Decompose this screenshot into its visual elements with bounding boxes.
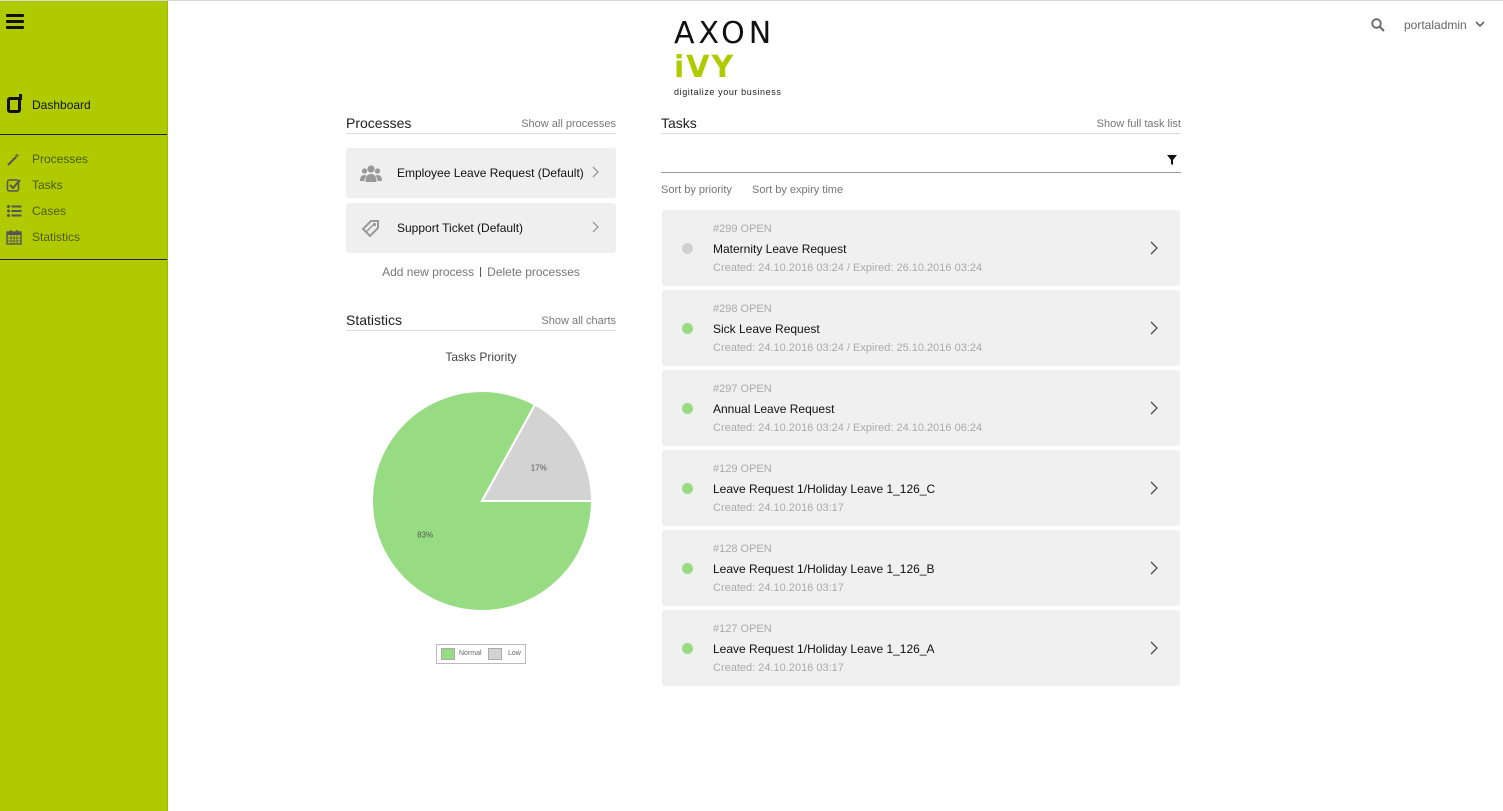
tasks-title: Tasks [661,115,697,131]
sidebar-nav: Processes Tasks Cases Statistics [0,147,167,260]
task-item[interactable]: #127 OPEN Leave Request 1/Holiday Leave … [662,610,1180,686]
chevron-right-icon [1150,481,1158,495]
process-name: Support Ticket (Default) [397,221,524,235]
chevron-right-icon [1150,641,1158,655]
sidebar-item-label: Tasks [32,178,63,192]
dashboard-icon [7,94,22,113]
chevron-right-icon [1150,241,1158,255]
sidebar-item-cases[interactable]: Cases [0,199,167,225]
delete-processes-link[interactable]: Delete processes [487,265,580,279]
show-full-task-list-link[interactable]: Show full task list [1097,118,1181,130]
user-menu[interactable]: portaladmin [1404,18,1467,32]
tasks-header: Tasks Show full task list [661,114,1181,134]
chevron-right-icon [1150,561,1158,575]
show-all-charts-link[interactable]: Show all charts [541,315,616,327]
status-dot [682,403,693,414]
status-dot [682,643,693,654]
task-name: Annual Leave Request [713,402,835,416]
process-name: Employee Leave Request (Default) [397,166,584,180]
pie-label-low: 17% [531,463,547,472]
chevron-right-icon [1150,401,1158,415]
task-item[interactable]: #297 OPEN Annual Leave Request Created: … [662,370,1180,446]
calendar-icon [6,230,22,245]
task-id: #297 OPEN [713,383,772,395]
task-item[interactable]: #298 OPEN Sick Leave Request Created: 24… [662,290,1180,366]
chevron-right-icon [1150,321,1158,335]
show-all-processes-link[interactable]: Show all processes [521,118,616,130]
legend-label-low: Low [508,650,521,657]
chevron-right-icon [592,166,599,178]
task-dates: Created: 24.10.2016 03:17 [713,582,844,594]
task-item[interactable]: #299 OPEN Maternity Leave Request Create… [662,210,1180,286]
task-name: Leave Request 1/Holiday Leave 1_126_B [713,562,935,576]
status-dot [682,563,693,574]
sidebar-item-processes[interactable]: Processes [0,147,167,173]
sidebar-item-label: Cases [32,204,67,218]
logo-accent: iVY [674,50,736,85]
sort-by-priority[interactable]: Sort by priority [661,184,732,196]
processes-title: Processes [346,115,412,131]
task-id: #299 OPEN [713,223,772,235]
add-new-process-link[interactable]: Add new process [382,265,474,279]
logo-text: AXON [674,16,776,51]
sidebar-item-label: Statistics [32,230,81,244]
hamburger-menu-icon[interactable] [6,14,24,30]
chart-title: Tasks Priority [445,350,517,364]
search-icon[interactable] [1371,18,1385,32]
status-dot [682,323,693,334]
status-dot [682,483,693,494]
chevron-right-icon [592,221,599,233]
wand-icon [7,153,20,166]
pie-chart[interactable]: 83% 17% [370,391,594,615]
pie-label-normal: 83% [417,531,433,540]
task-id: #129 OPEN [713,463,772,475]
legend-label-normal: Normal [459,650,482,657]
statistics-title: Statistics [346,312,403,328]
task-name: Leave Request 1/Holiday Leave 1_126_C [713,482,936,496]
sort-by-expiry-time[interactable]: Sort by expiry time [752,184,843,196]
statistics-header: Statistics Show all charts [346,311,616,331]
processes-header: Processes Show all processes [346,114,616,134]
status-dot [682,243,693,254]
sidebar: Dashboard Processes Tasks Cases Statisti… [0,1,168,811]
sidebar-item-label: Processes [32,152,89,166]
legend-swatch-low [488,648,502,660]
task-name: Leave Request 1/Holiday Leave 1_126_A [713,642,935,656]
sidebar-item-statistics[interactable]: Statistics [0,225,167,251]
legend-swatch-normal [441,648,455,660]
task-item[interactable]: #128 OPEN Leave Request 1/Holiday Leave … [662,530,1180,606]
tag-icon [361,220,379,238]
task-dates: Created: 24.10.2016 03:17 [713,502,844,514]
logo-tagline: digitalize your business [674,87,782,97]
process-card[interactable]: Employee Leave Request (Default) [346,148,616,198]
task-dates: Created: 24.10.2016 03:24 / Expired: 26.… [713,262,983,274]
task-dates: Created: 24.10.2016 03:24 / Expired: 24.… [713,422,983,434]
list-icon [7,205,22,217]
sidebar-item-dashboard[interactable]: Dashboard [0,94,167,135]
check-square-icon [6,179,21,192]
filter-icon[interactable] [1167,155,1177,165]
task-dates: Created: 24.10.2016 03:17 [713,662,844,674]
chevron-down-icon[interactable] [1474,19,1486,29]
brand-logo[interactable]: AXON iVY digitalize your business [674,16,844,98]
users-icon [360,165,382,182]
task-item[interactable]: #129 OPEN Leave Request 1/Holiday Leave … [662,450,1180,526]
task-filter-bar[interactable] [661,149,1181,173]
sidebar-item-label: Dashboard [32,98,91,112]
task-name: Maternity Leave Request [713,242,847,256]
task-id: #127 OPEN [713,623,772,635]
task-dates: Created: 24.10.2016 03:24 / Expired: 25.… [713,342,983,354]
task-id: #298 OPEN [713,303,772,315]
process-card[interactable]: Support Ticket (Default) [346,203,616,253]
task-id: #128 OPEN [713,543,772,555]
process-actions: Add new process Delete processes [346,265,616,279]
chart-legend: Normal Low [436,644,526,664]
sidebar-item-tasks[interactable]: Tasks [0,173,167,199]
task-name: Sick Leave Request [713,322,820,336]
